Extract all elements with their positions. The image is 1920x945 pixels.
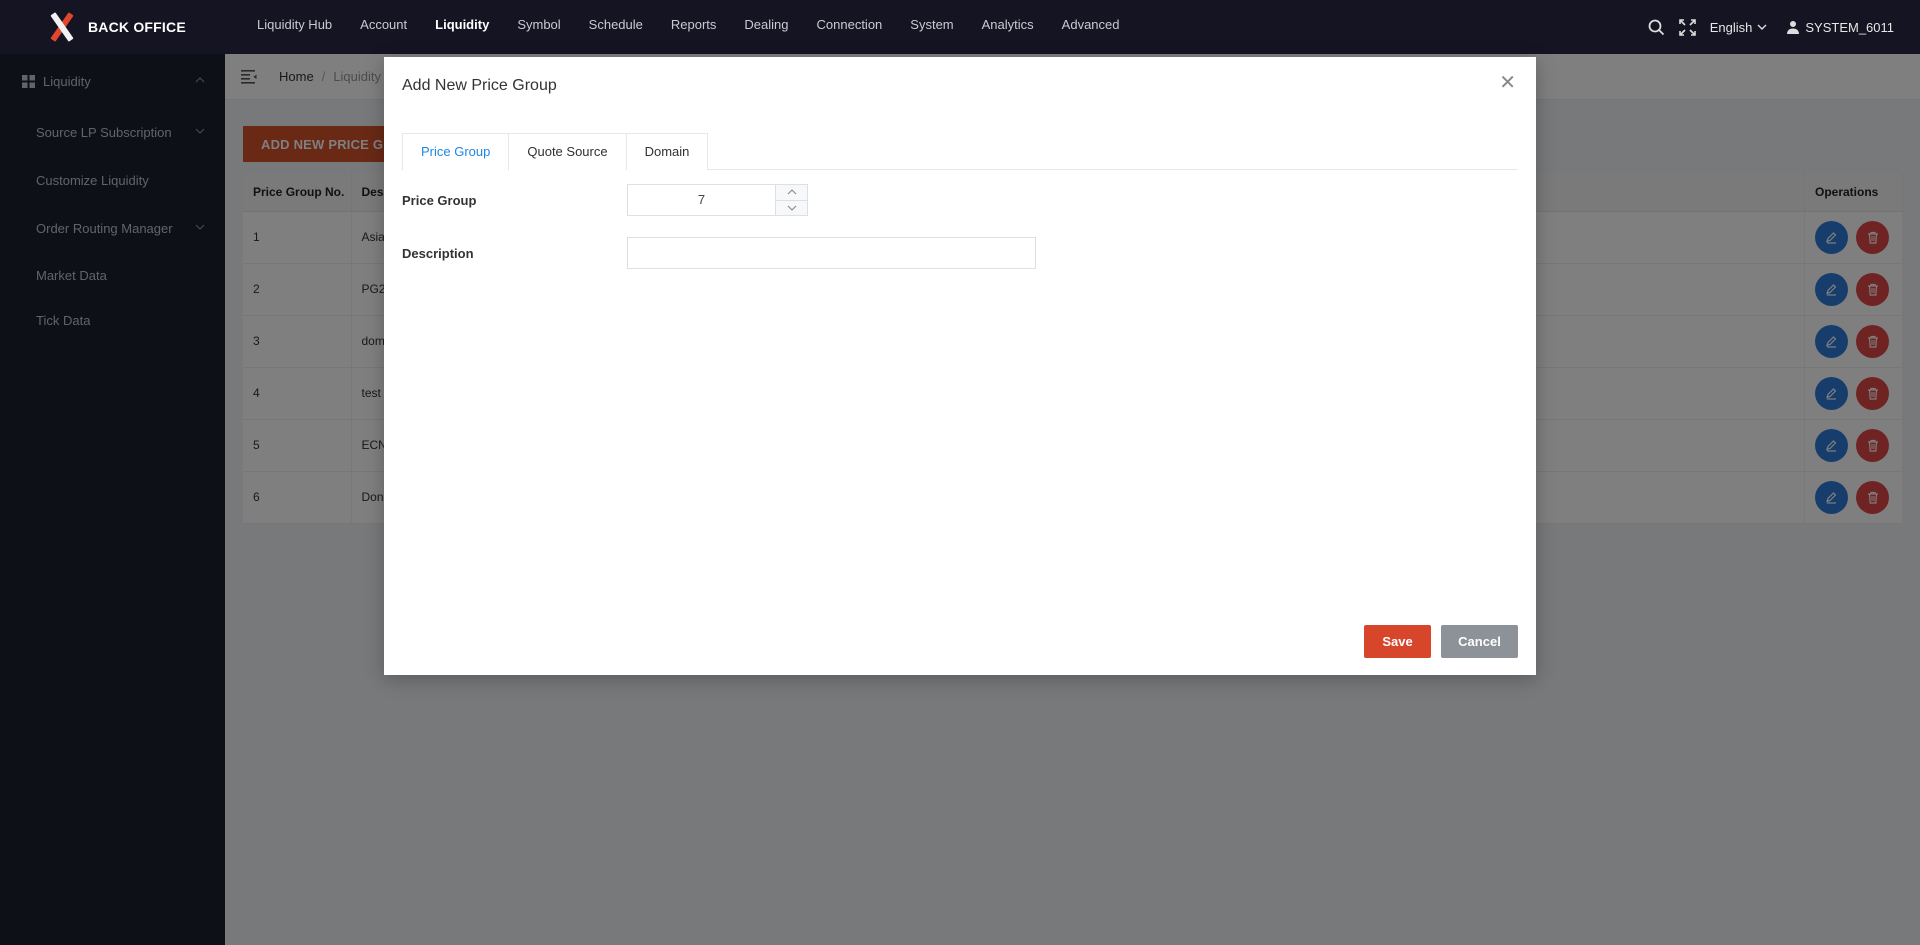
main-nav: Liquidity Hub Account Liquidity Symbol S… — [243, 0, 1134, 54]
language-select[interactable]: English — [1710, 20, 1769, 35]
nav-item-symbol[interactable]: Symbol — [503, 0, 574, 54]
tab-price-group[interactable]: Price Group — [402, 133, 510, 171]
price-group-stepper[interactable]: 7 — [627, 184, 808, 216]
increment-button[interactable] — [776, 185, 807, 201]
price-group-value[interactable]: 7 — [628, 185, 776, 215]
nav-item-schedule[interactable]: Schedule — [575, 0, 657, 54]
description-input[interactable] — [627, 237, 1036, 269]
nav-item-advanced[interactable]: Advanced — [1048, 0, 1134, 54]
nav-item-system[interactable]: System — [896, 0, 967, 54]
nav-item-liquidity-hub[interactable]: Liquidity Hub — [243, 0, 346, 54]
chevron-down-icon — [787, 205, 796, 211]
save-button[interactable]: Save — [1364, 625, 1431, 658]
top-right-tools: English SYSTEM_6011 — [1634, 0, 1894, 54]
nav-item-connection[interactable]: Connection — [803, 0, 897, 54]
add-price-group-dialog: Add New Price Group ✕ Price Group Quote … — [384, 57, 1536, 675]
search-icon[interactable] — [1648, 19, 1665, 36]
decrement-button[interactable] — [776, 200, 807, 215]
close-icon[interactable]: ✕ — [1499, 73, 1516, 93]
fullscreen-icon[interactable] — [1678, 18, 1696, 36]
chevron-down-icon — [1757, 24, 1767, 30]
cancel-button[interactable]: Cancel — [1441, 625, 1518, 658]
user-icon — [1787, 21, 1800, 34]
top-navbar: BACK OFFICE Liquidity Hub Account Liquid… — [0, 0, 1920, 54]
price-group-label: Price Group — [402, 192, 477, 208]
nav-item-analytics[interactable]: Analytics — [968, 0, 1048, 54]
nav-item-dealing[interactable]: Dealing — [730, 0, 802, 54]
app-logo[interactable]: BACK OFFICE — [0, 12, 225, 42]
price-group-row: Price Group 7 — [402, 184, 808, 216]
nav-item-liquidity[interactable]: Liquidity — [421, 0, 503, 54]
user-menu[interactable]: SYSTEM_6011 — [1786, 20, 1894, 35]
logo-text: BACK OFFICE — [88, 19, 186, 35]
tab-domain[interactable]: Domain — [625, 133, 709, 170]
tab-quote-source[interactable]: Quote Source — [508, 133, 627, 170]
dialog-title: Add New Price Group — [402, 77, 557, 94]
chevron-up-icon — [787, 189, 796, 195]
dialog-tabs: Price Group Quote Source Domain — [402, 133, 1518, 171]
logo-mark-icon — [48, 12, 76, 42]
language-label: English — [1709, 19, 1753, 35]
nav-item-account[interactable]: Account — [346, 0, 421, 54]
user-name: SYSTEM_6011 — [1805, 19, 1894, 35]
stepper-controls — [776, 185, 807, 215]
description-row: Description — [402, 237, 1036, 269]
nav-item-reports[interactable]: Reports — [657, 0, 731, 54]
description-label: Description — [402, 245, 474, 261]
